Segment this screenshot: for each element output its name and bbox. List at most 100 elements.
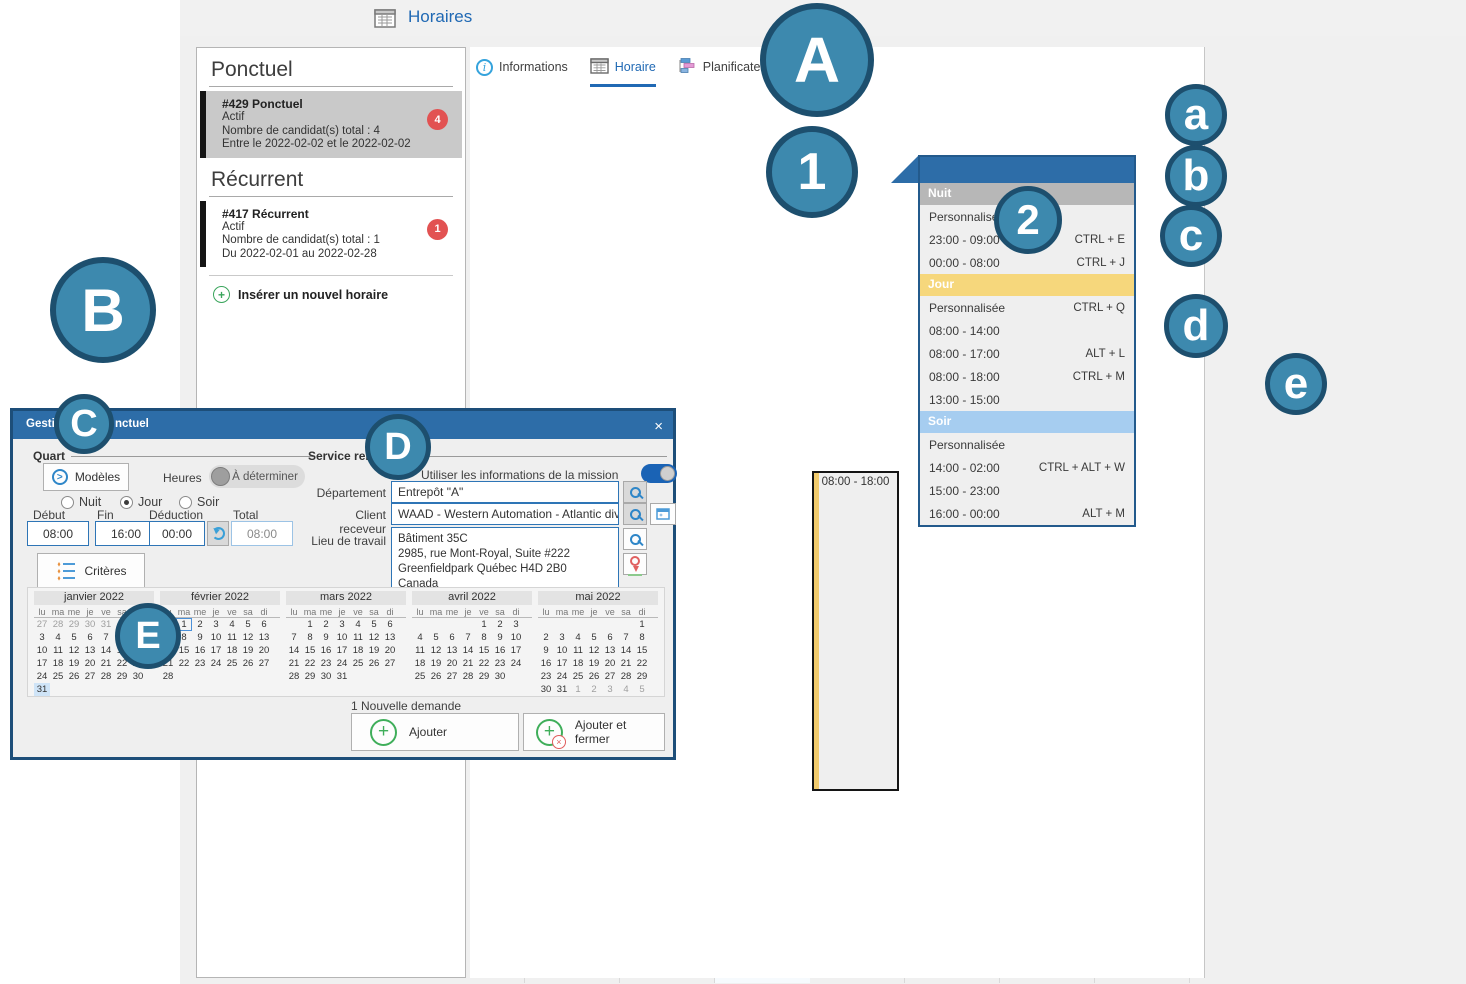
day-cell[interactable]: 6 [82, 631, 98, 644]
day-cell[interactable]: 10 [34, 644, 50, 657]
day-cell[interactable]: 28 [286, 670, 302, 683]
radio-soir[interactable]: Soir [179, 495, 238, 509]
day-cell[interactable]: 3 [334, 618, 350, 631]
day-cell[interactable]: 29 [66, 618, 82, 631]
day-cell[interactable]: 27 [382, 657, 398, 670]
day-cell[interactable]: 17 [508, 644, 524, 657]
day-cell[interactable]: 21 [98, 657, 114, 670]
day-cell[interactable]: 1 [476, 618, 492, 631]
day-cell[interactable]: 24 [554, 670, 570, 683]
day-cell[interactable]: 31 [98, 618, 114, 631]
day-cell[interactable]: 9 [492, 631, 508, 644]
day-cell[interactable]: 25 [350, 657, 366, 670]
day-cell[interactable]: 11 [570, 644, 586, 657]
day-cell[interactable]: 19 [240, 644, 256, 657]
menu-item[interactable]: 16:00 - 00:00ALT + M [920, 502, 1134, 525]
day-cell[interactable]: 3 [602, 683, 618, 696]
day-cell[interactable]: 4 [350, 618, 366, 631]
dialog-heures-toggle[interactable]: À déterminer [209, 465, 305, 488]
day-cell[interactable]: 27 [34, 618, 50, 631]
schedule-list-item[interactable]: #429 PonctuelActifNombre de candidat(s) … [200, 91, 462, 158]
dialog-debut-input[interactable]: 08:00 [27, 521, 89, 546]
day-cell[interactable]: 16 [318, 644, 334, 657]
day-cell[interactable]: 22 [302, 657, 318, 670]
day-cell[interactable]: 20 [82, 657, 98, 670]
day-cell[interactable]: 31 [34, 683, 50, 696]
day-cell[interactable]: 30 [82, 618, 98, 631]
day-cell[interactable]: 7 [618, 631, 634, 644]
day-cell[interactable]: 24 [208, 657, 224, 670]
day-cell[interactable]: 26 [366, 657, 382, 670]
dialog-recalculate-button[interactable] [207, 521, 229, 546]
day-cell[interactable]: 7 [98, 631, 114, 644]
day-cell[interactable]: 28 [98, 670, 114, 683]
day-cell[interactable]: 22 [476, 657, 492, 670]
day-cell[interactable]: 15 [476, 644, 492, 657]
day-cell[interactable]: 24 [508, 657, 524, 670]
dialog-deduction-input[interactable]: 00:00 [149, 521, 205, 546]
day-cell[interactable]: 28 [460, 670, 476, 683]
day-cell[interactable]: 18 [350, 644, 366, 657]
day-cell[interactable]: 22 [176, 657, 192, 670]
day-cell[interactable]: 25 [50, 670, 66, 683]
day-cell[interactable]: 17 [208, 644, 224, 657]
day-cell[interactable]: 6 [444, 631, 460, 644]
day-cell[interactable]: 1 [570, 683, 586, 696]
day-cell[interactable]: 17 [554, 657, 570, 670]
dialog-close-icon[interactable]: × [654, 418, 663, 435]
menu-item[interactable]: 15:00 - 23:00 [920, 479, 1134, 502]
day-cell[interactable]: 18 [224, 644, 240, 657]
lieu-search-button[interactable] [623, 528, 647, 550]
tab-planificateur[interactable]: Planificateur [678, 53, 772, 85]
day-cell[interactable]: 30 [318, 670, 334, 683]
day-cell[interactable]: 23 [318, 657, 334, 670]
day-cell[interactable]: 25 [570, 670, 586, 683]
day-cell[interactable]: 30 [538, 683, 554, 696]
day-cell[interactable]: 5 [634, 683, 650, 696]
day-cell[interactable]: 24 [334, 657, 350, 670]
day-cell[interactable]: 23 [538, 670, 554, 683]
day-cell[interactable]: 11 [412, 644, 428, 657]
day-cell[interactable]: 13 [444, 644, 460, 657]
day-cell[interactable]: 17 [34, 657, 50, 670]
day-cell[interactable]: 20 [382, 644, 398, 657]
day-cell[interactable]: 5 [586, 631, 602, 644]
day-cell[interactable]: 7 [460, 631, 476, 644]
day-cell[interactable]: 3 [208, 618, 224, 631]
day-cell[interactable]: 12 [66, 644, 82, 657]
ajouter-button[interactable]: + Ajouter [351, 713, 519, 751]
day-cell[interactable]: 1 [634, 618, 650, 631]
day-cell[interactable]: 20 [256, 644, 272, 657]
day-cell[interactable]: 24 [34, 670, 50, 683]
day-cell[interactable]: 31 [554, 683, 570, 696]
day-cell[interactable]: 27 [256, 657, 272, 670]
day-cell[interactable]: 3 [34, 631, 50, 644]
day-cell[interactable]: 4 [224, 618, 240, 631]
day-cell[interactable]: 11 [50, 644, 66, 657]
day-cell[interactable]: 31 [334, 670, 350, 683]
day-cell[interactable]: 15 [302, 644, 318, 657]
day-cell[interactable]: 30 [492, 670, 508, 683]
day-cell[interactable]: 4 [618, 683, 634, 696]
day-cell[interactable]: 9 [192, 631, 208, 644]
day-cell[interactable]: 16 [492, 644, 508, 657]
day-cell[interactable]: 25 [412, 670, 428, 683]
day-cell[interactable]: 28 [160, 670, 176, 683]
day-cell[interactable]: 26 [240, 657, 256, 670]
day-cell[interactable]: 8 [476, 631, 492, 644]
day-cell[interactable]: 27 [602, 670, 618, 683]
day-cell[interactable]: 16 [192, 644, 208, 657]
menu-item[interactable]: 14:00 - 02:00CTRL + ALT + W [920, 456, 1134, 479]
day-cell[interactable]: 13 [256, 631, 272, 644]
day-cell[interactable]: 29 [302, 670, 318, 683]
day-cell[interactable]: 21 [460, 657, 476, 670]
day-cell[interactable]: 19 [366, 644, 382, 657]
day-cell[interactable]: 1 [302, 618, 318, 631]
day-cell[interactable]: 30 [130, 670, 146, 683]
radio-jour[interactable]: Jour [120, 495, 179, 509]
menu-item[interactable]: Personnalisée [920, 433, 1134, 456]
day-cell[interactable]: 27 [82, 670, 98, 683]
menu-item[interactable]: 08:00 - 18:00CTRL + M [920, 365, 1134, 388]
day-cell[interactable]: 18 [50, 657, 66, 670]
day-cell[interactable]: 28 [50, 618, 66, 631]
